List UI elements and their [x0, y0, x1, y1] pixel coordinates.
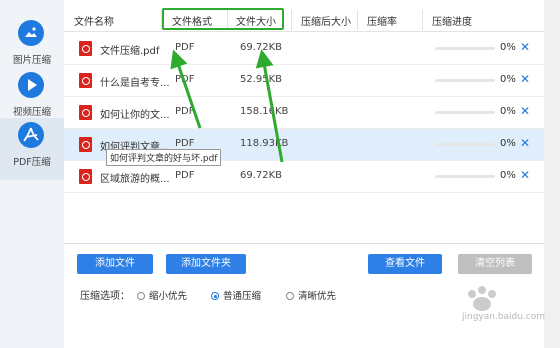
compress-options-label: 压缩选项： — [80, 291, 130, 302]
radio-dot — [137, 292, 145, 300]
delete-icon[interactable]: ✕ — [520, 72, 530, 86]
pdf-file-icon — [79, 105, 92, 120]
image-icon — [18, 20, 44, 46]
header-compressed-size[interactable]: 压缩后大小 — [301, 13, 351, 28]
sidebar: 图片压缩 视频压缩 PDF压缩 — [0, 0, 64, 348]
file-name: 什么是自考专... — [100, 78, 170, 89]
header-filename[interactable]: 文件名称 — [74, 13, 114, 28]
nav-image-label: 图片压缩 — [12, 55, 51, 66]
radio-label: 普通压缩 — [223, 291, 262, 302]
file-name: 如何让你的文... — [100, 110, 170, 121]
header-divider — [422, 10, 423, 30]
progress-bar — [435, 111, 495, 114]
baidu-paw-icon — [468, 286, 496, 311]
table-row[interactable]: 什么是自考专... PDF 52.95KB 0% ✕ — [64, 65, 544, 97]
radio-label: 清晰优先 — [298, 291, 337, 302]
file-format: PDF — [175, 74, 195, 85]
radio-dot — [286, 292, 294, 300]
delete-icon[interactable]: ✕ — [520, 40, 530, 54]
file-size: 52.95KB — [240, 74, 283, 85]
file-format: PDF — [175, 170, 195, 181]
progress-bar — [435, 175, 495, 178]
header-divider — [357, 10, 358, 30]
table-header: 文件名称 文件格式 文件大小 压缩后大小 压缩率 压缩进度 — [64, 8, 544, 32]
delete-icon[interactable]: ✕ — [520, 104, 530, 118]
view-file-button[interactable]: 查看文件 — [368, 254, 442, 274]
pdf-icon — [18, 122, 44, 148]
file-format: PDF — [175, 106, 195, 117]
file-size: 118.93KB — [240, 138, 289, 149]
pdf-file-icon — [79, 169, 92, 184]
table-row[interactable]: 如何让你的文... PDF 158.16KB 0% ✕ — [64, 97, 544, 129]
delete-icon[interactable]: ✕ — [520, 136, 530, 150]
progress-percent: 0% — [500, 42, 516, 53]
pdf-file-icon — [79, 137, 92, 152]
divider — [64, 243, 544, 244]
file-format: PDF — [175, 42, 195, 53]
radio-size-priority[interactable]: 缩小优先 — [137, 288, 187, 302]
clear-list-button[interactable]: 清空列表 — [458, 254, 532, 274]
file-format: PDF — [175, 138, 195, 149]
add-folder-button[interactable]: 添加文件夹 — [166, 254, 246, 274]
radio-normal-compress[interactable]: 普通压缩 — [211, 288, 261, 302]
play-icon — [18, 72, 44, 98]
table-row[interactable]: 文件压缩.pdf PDF 69.72KB 0% ✕ — [64, 33, 544, 65]
filename-tooltip: 如何评判文章的好与坏.pdf — [106, 149, 222, 166]
pdf-file-icon — [79, 41, 92, 56]
file-size: 158.16KB — [240, 106, 289, 117]
add-file-button[interactable]: 添加文件 — [77, 254, 153, 274]
file-size: 69.72KB — [240, 170, 283, 181]
nav-video-label: 视频压缩 — [12, 107, 51, 118]
progress-percent: 0% — [500, 74, 516, 85]
radio-label: 缩小优先 — [149, 291, 188, 302]
progress-bar — [435, 79, 495, 82]
progress-percent: 0% — [500, 106, 516, 117]
pdf-file-icon — [79, 73, 92, 88]
progress-percent: 0% — [500, 138, 516, 149]
watermark-text: jingyan.baidu.com — [462, 312, 546, 322]
header-ratio[interactable]: 压缩率 — [367, 13, 397, 28]
file-name: 文件压缩.pdf — [100, 46, 160, 57]
header-progress[interactable]: 压缩进度 — [432, 13, 472, 28]
radio-dot — [211, 292, 219, 300]
nav-pdf-label: PDF压缩 — [13, 157, 51, 168]
nav-pdf-compress[interactable]: PDF压缩 — [0, 118, 64, 180]
baidu-watermark: jingyan.baidu.com — [462, 284, 552, 338]
delete-icon[interactable]: ✕ — [520, 168, 530, 182]
file-size: 69.72KB — [240, 42, 283, 53]
progress-bar — [435, 47, 495, 50]
progress-bar — [435, 143, 495, 146]
progress-percent: 0% — [500, 170, 516, 181]
file-name: 区域旅游的概... — [100, 174, 170, 185]
header-divider — [291, 10, 292, 30]
radio-clarity-priority[interactable]: 清晰优先 — [286, 288, 336, 302]
format-size-highlight — [162, 8, 284, 30]
